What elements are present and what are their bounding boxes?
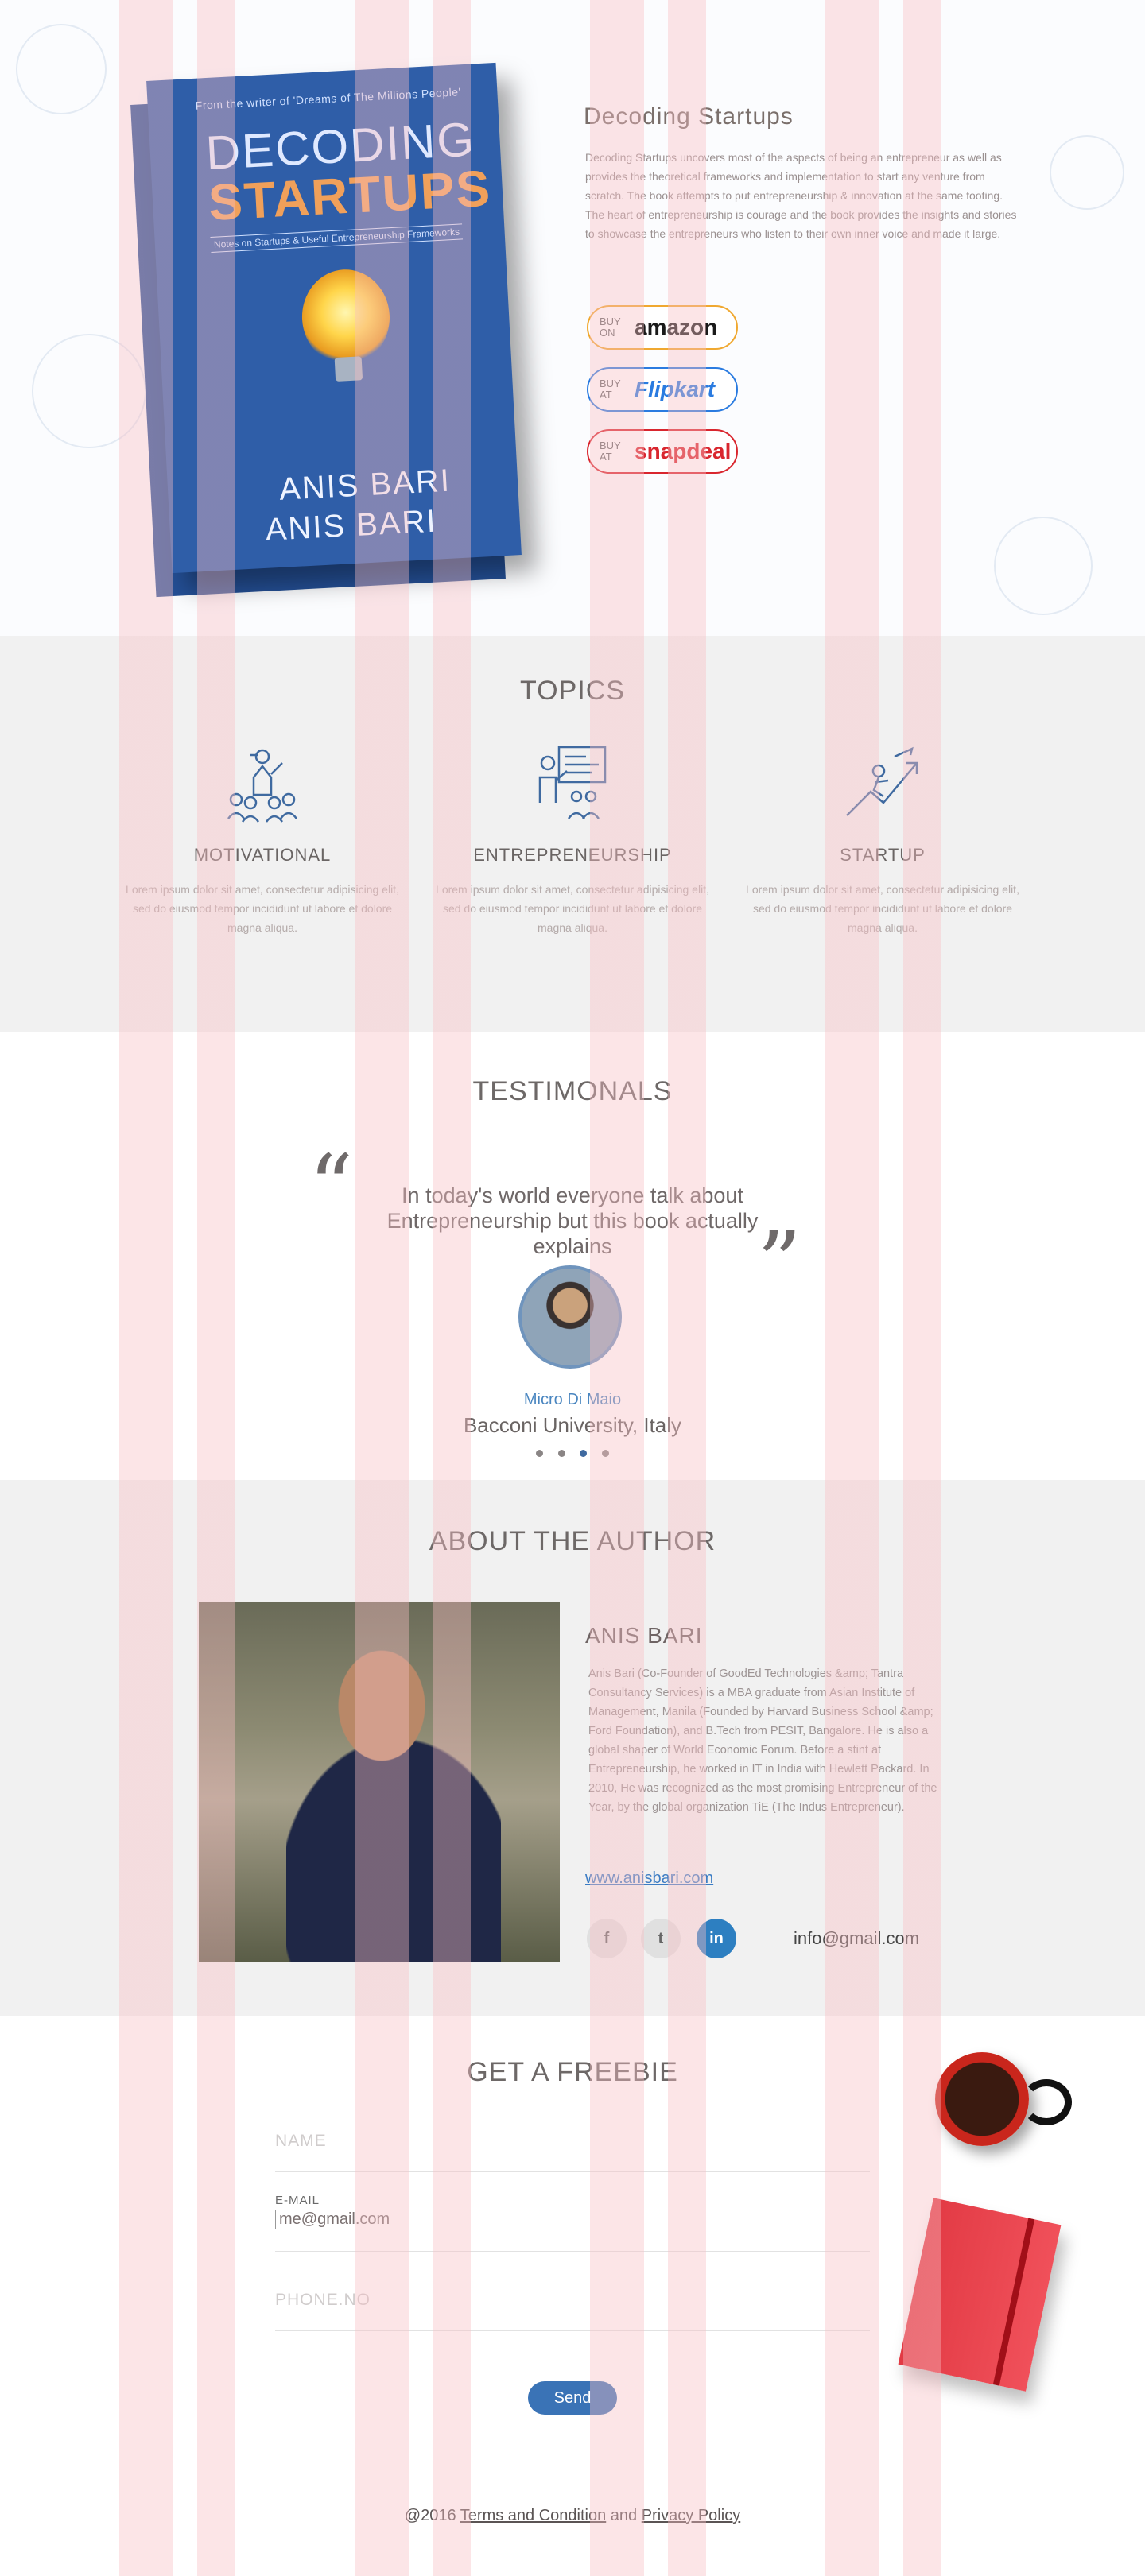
hero-title: Decoding Startups <box>584 103 794 130</box>
topics-title: TOPICS <box>520 676 625 706</box>
book-author-shadow: ANIS BARI <box>264 503 438 548</box>
testimonial-author-org: Bacconi University, Italy <box>463 1413 682 1437</box>
testimonials-title: TESTIMONALS <box>472 1076 673 1106</box>
testimonial-quote: In today's world everyone talk about Ent… <box>386 1183 759 1258</box>
climbing-growth-icon <box>846 746 918 816</box>
store-prefix: BUY AT <box>600 378 621 401</box>
snapdeal-logo: snapdeal <box>635 439 732 463</box>
copyright-text: @2016 <box>404 2507 456 2524</box>
lightbulb-base-icon <box>334 356 363 382</box>
testimonials-section: TESTIMONALS “ In today's world everyone … <box>0 1032 1145 1480</box>
topics-section: TOPICS MOTIVATIONAL Lorem ipsum dolor si… <box>0 636 1145 1032</box>
topic-description: Lorem ipsum dolor sit amet, consectetur … <box>746 883 1019 934</box>
topic-card-motivational: MOTIVATIONAL Lorem ipsum dolor sit amet,… <box>115 739 409 937</box>
presentation-board-icon <box>538 746 607 819</box>
topic-card-entrepreneurship: ENTREPRENEURSHIP Lorem ipsum dolor sit a… <box>425 739 720 937</box>
testimonial-avatar <box>518 1265 622 1369</box>
twitter-icon[interactable]: t <box>641 1919 681 1958</box>
topic-name: ENTREPRENEURSHIP <box>473 845 672 865</box>
book-tagline: From the writer of 'Dreams of The Millio… <box>195 85 462 112</box>
coffee-mug-decoration <box>935 2052 1029 2146</box>
footer: @2016 Terms and Condition and Privacy Po… <box>0 2507 1145 2525</box>
doodle-circle-decoration <box>32 334 146 448</box>
author-email: info@gmail.com <box>794 1928 920 1948</box>
buy-flipkart-button[interactable]: BUY AT Flipkart <box>587 367 738 412</box>
store-prefix: BUY AT <box>600 440 621 463</box>
author-bio: Anis Bari (Co-Founder of GoodEd Technolo… <box>588 1668 937 1814</box>
linkedin-icon[interactable]: in <box>697 1919 736 1958</box>
flipkart-logo: Flipkart <box>635 377 716 401</box>
notebook-band <box>992 2218 1035 2386</box>
book-author: ANIS BARI <box>278 463 452 507</box>
name-field[interactable]: NAME <box>275 2132 870 2172</box>
name-placeholder: NAME <box>275 2132 327 2150</box>
terms-link[interactable]: Terms and Condition <box>460 2507 606 2524</box>
coffee-mug-handle <box>1021 2079 1072 2125</box>
topic-card-startup: STARTUP Lorem ipsum dolor sit amet, cons… <box>736 739 1030 937</box>
buy-amazon-button[interactable]: BUY ON amazon <box>587 305 738 350</box>
notebook-decoration <box>898 2198 1062 2392</box>
author-name: ANIS BARI <box>585 1623 703 1648</box>
doodle-circle-decoration <box>1050 135 1124 210</box>
close-quote-icon: ” <box>757 1212 802 1314</box>
phone-placeholder: PHONE.NO <box>275 2291 371 2309</box>
hero-description: Decoding Startups uncovers most of the a… <box>585 151 1017 240</box>
author-website-link[interactable]: www.anisbari.com <box>585 1869 713 1888</box>
facebook-icon[interactable]: f <box>587 1919 627 1958</box>
doodle-circle-decoration <box>994 517 1093 615</box>
author-figure <box>286 1634 501 1962</box>
lightbulb-icon <box>299 267 393 368</box>
carousel-dot[interactable] <box>601 1450 609 1457</box>
about-author-section: ABOUT THE AUTHOR ANIS BARI Anis Bari (Co… <box>0 1480 1145 2016</box>
carousel-dot[interactable] <box>557 1450 565 1457</box>
book-cover: From the writer of 'Dreams of The Millio… <box>146 62 522 574</box>
carousel-dots <box>536 1450 609 1457</box>
carousel-dot[interactable] <box>536 1450 543 1457</box>
topic-description: Lorem ipsum dolor sit amet, consectetur … <box>126 883 399 934</box>
hero-section: From the writer of 'Dreams of The Millio… <box>0 0 1145 636</box>
open-quote-icon: “ <box>309 1136 354 1238</box>
about-title: ABOUT THE AUTHOR <box>429 1526 716 1556</box>
author-photo <box>199 1602 560 1962</box>
doodle-circle-decoration <box>16 24 107 114</box>
store-prefix: BUY ON <box>600 316 621 339</box>
privacy-link[interactable]: Privacy Policy <box>642 2507 740 2524</box>
carousel-dot-active[interactable] <box>580 1450 588 1457</box>
email-label: E-MAIL <box>275 2194 320 2207</box>
email-field[interactable]: E-MAIL me@gmail.com <box>275 2194 870 2252</box>
send-button[interactable]: Send <box>528 2381 617 2415</box>
freebie-section: GET A FREEBIE NAME E-MAIL me@gmail.com P… <box>0 2016 1145 2576</box>
motivational-speaker-icon <box>227 749 298 823</box>
topic-description: Lorem ipsum dolor sit amet, consectetur … <box>436 883 709 934</box>
buy-snapdeal-button[interactable]: BUY AT snapdeal <box>587 429 738 474</box>
email-value: me@gmail.com <box>275 2210 870 2229</box>
topic-name: STARTUP <box>840 845 926 865</box>
phone-field[interactable]: PHONE.NO <box>275 2291 870 2331</box>
testimonial-author-name: Micro Di Maio <box>523 1391 622 1408</box>
amazon-logo: amazon <box>635 315 718 339</box>
footer-and: and <box>610 2507 638 2524</box>
topic-name: MOTIVATIONAL <box>193 845 332 865</box>
